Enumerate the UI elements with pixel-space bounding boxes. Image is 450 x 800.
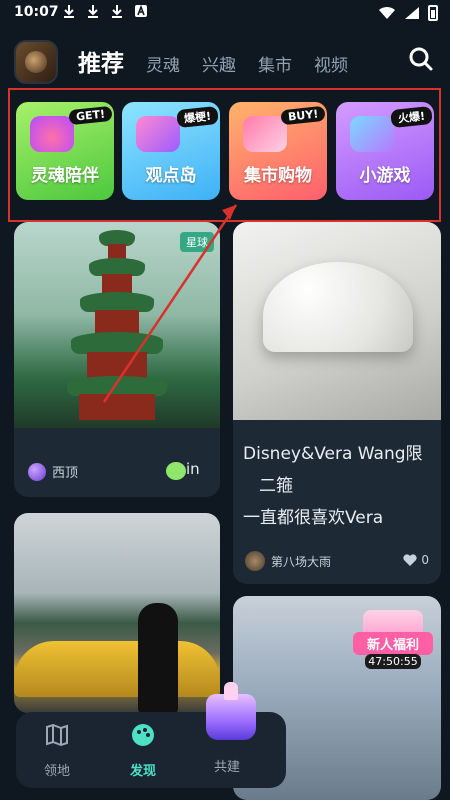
planet-icon xyxy=(28,462,46,481)
tv-icon xyxy=(136,116,180,152)
top-tabs: 推荐 灵魂 兴趣 集市 视频 xyxy=(78,44,370,78)
tab-market[interactable]: 集市 xyxy=(258,51,292,76)
planet-tag: 星球 xyxy=(180,232,214,252)
tab-recommend[interactable]: 推荐 xyxy=(78,44,124,78)
feature-title: 灵魂陪伴 xyxy=(31,166,99,186)
gamepad-icon xyxy=(350,116,394,152)
post-aux-text: in xyxy=(186,460,200,478)
feature-badge: GET! xyxy=(68,105,113,126)
nav-label: 领地 xyxy=(43,764,70,779)
shopping-bag-icon xyxy=(243,116,287,152)
post-title-line: Disney&Vera Wang限 xyxy=(243,444,423,464)
feature-soul-companion[interactable]: GET! 灵魂陪伴 xyxy=(16,102,114,200)
notification-icons xyxy=(62,4,148,18)
castle-icon xyxy=(206,682,256,740)
feature-badge: BUY! xyxy=(280,105,326,126)
user-avatar[interactable] xyxy=(14,40,58,84)
post-image xyxy=(14,513,220,713)
feature-badge: 火爆! xyxy=(390,105,433,129)
like-count: 0 xyxy=(421,553,429,567)
feed-card-pagoda[interactable]: 星球 西顶 in xyxy=(14,222,220,497)
feature-title: 观点岛 xyxy=(145,166,197,186)
like-button[interactable]: 0 xyxy=(403,553,429,567)
feature-market-shopping[interactable]: BUY! 集市购物 xyxy=(229,102,327,200)
feature-title: 小游戏 xyxy=(359,166,411,186)
headband-illustration xyxy=(263,262,413,352)
feature-badge: 爆梗! xyxy=(176,105,219,129)
system-icons xyxy=(378,5,438,21)
download-icon xyxy=(64,5,74,18)
status-bar: 10:07 xyxy=(0,0,450,26)
feed-card-photo[interactable] xyxy=(14,513,220,713)
feature-highlight-box: GET! 灵魂陪伴 爆梗! 观点岛 BUY! 集市购物 火爆! 小游戏 xyxy=(8,88,441,222)
car-illustration xyxy=(14,641,220,697)
post-body: 一直都很喜欢Vera xyxy=(243,508,384,528)
tab-video[interactable]: 视频 xyxy=(314,51,348,76)
tab-soul[interactable]: 灵魂 xyxy=(146,51,180,76)
person-illustration xyxy=(138,603,178,713)
headphone-heart-icon xyxy=(30,116,74,152)
wifi-icon xyxy=(379,6,395,19)
pagoda-illustration xyxy=(67,230,167,420)
feature-opinion-island[interactable]: 爆梗! 观点岛 xyxy=(122,102,220,200)
status-time: 10:07 xyxy=(14,4,59,20)
bottom-nav: 领地 发现 共建 xyxy=(16,682,286,788)
tab-interest[interactable]: 兴趣 xyxy=(202,51,236,76)
palette-icon xyxy=(132,724,154,746)
post-author: 西顶 xyxy=(52,466,79,481)
app-notification-icon xyxy=(135,4,147,17)
promo-banner: 新人福利 xyxy=(353,632,433,655)
map-icon xyxy=(46,723,68,747)
promo-timer: 47:50:55 xyxy=(365,654,421,669)
top-header: 推荐 灵魂 兴趣 集市 视频 xyxy=(0,30,450,86)
post-image xyxy=(233,222,441,420)
feature-mini-games[interactable]: 火爆! 小游戏 xyxy=(336,102,434,200)
post-image: 星球 xyxy=(14,222,220,428)
post-footer: 西顶 xyxy=(28,462,78,481)
nav-label: 发现 xyxy=(129,764,156,779)
author-avatar xyxy=(245,551,265,571)
nav-discover[interactable]: 发现 xyxy=(108,722,178,779)
post-author: 第八场大雨 xyxy=(271,554,332,569)
download-icon xyxy=(88,5,98,18)
post-title-line: 二箍 xyxy=(259,476,293,496)
new-user-promo[interactable]: 新人福利 47:50:55 xyxy=(353,598,433,682)
search-icon[interactable] xyxy=(408,46,434,72)
post-author-row: 第八场大雨 xyxy=(245,551,331,571)
signal-icon xyxy=(405,7,419,19)
post-text: Disney&Vera Wang限 二箍 一直都很喜欢Vera xyxy=(243,438,435,534)
heart-icon xyxy=(403,554,417,566)
feed-card-headband[interactable]: Disney&Vera Wang限 二箍 一直都很喜欢Vera 第八场大雨 0 xyxy=(233,222,441,584)
download-icon xyxy=(112,5,122,18)
battery-icon xyxy=(428,5,438,21)
location-icon xyxy=(166,462,186,480)
nav-territory[interactable]: 领地 xyxy=(22,722,92,779)
feature-title: 集市购物 xyxy=(244,166,312,186)
nav-label: 共建 xyxy=(213,760,240,775)
